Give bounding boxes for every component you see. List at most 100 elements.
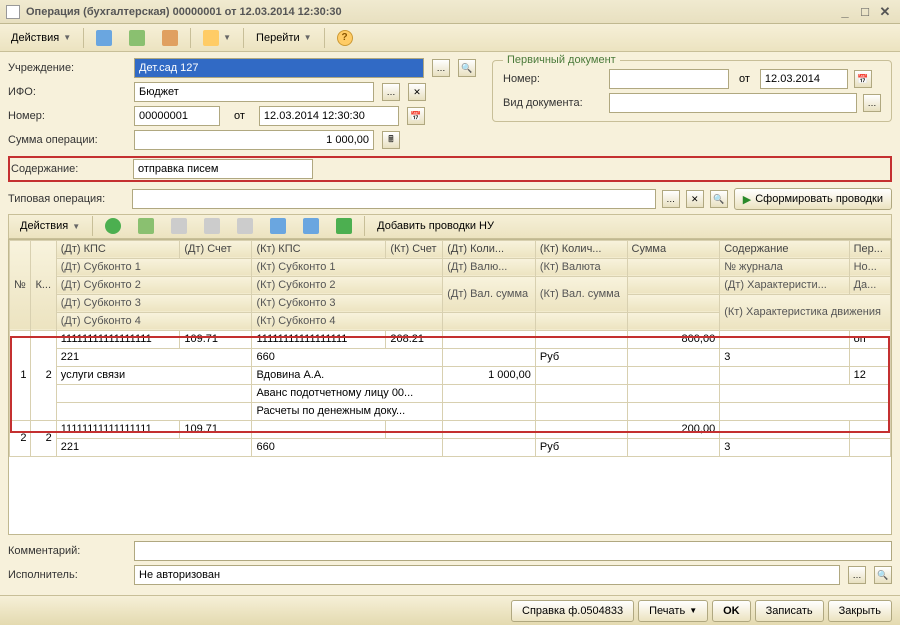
date-calendar-button[interactable]: 📅 bbox=[407, 107, 425, 125]
edit-row-button[interactable] bbox=[164, 215, 194, 237]
col-kt-acct[interactable]: (Кт) Счет bbox=[386, 240, 443, 258]
cell-dt-acct[interactable]: 109.71 bbox=[180, 420, 252, 438]
forward-icon[interactable]: ▼ bbox=[196, 27, 238, 49]
cell-dt-sub2[interactable]: услуги связи bbox=[56, 366, 252, 384]
assign-icon[interactable] bbox=[155, 27, 185, 49]
col-kt-kps[interactable]: (Кт) КПС bbox=[252, 240, 386, 258]
move-down-button[interactable] bbox=[296, 215, 326, 237]
minimize-button[interactable]: _ bbox=[836, 4, 854, 20]
typop-select-button[interactable]: … bbox=[662, 190, 680, 208]
cell-sum[interactable]: 200,00 bbox=[627, 420, 720, 438]
cell-k[interactable]: 2 bbox=[31, 330, 56, 420]
cell-journal[interactable]: 3 bbox=[720, 348, 849, 366]
institution-open-button[interactable]: 🔍 bbox=[458, 59, 476, 77]
title-bar: Операция (бухгалтерская) 00000001 от 12.… bbox=[0, 0, 900, 24]
executor-input[interactable]: Не авторизован bbox=[134, 565, 840, 585]
col-kt-qty[interactable]: (Кт) Колич... bbox=[535, 240, 627, 258]
sum-calc-button[interactable]: 🖩 bbox=[382, 131, 400, 149]
hdr-kt-sub1: (Кт) Субконто 1 bbox=[252, 258, 443, 276]
col-content[interactable]: Содержание bbox=[720, 240, 849, 258]
move-up-button[interactable] bbox=[263, 215, 293, 237]
typop-clear-button[interactable]: ✕ bbox=[686, 190, 704, 208]
hdr-dt-sub2: (Дт) Субконто 2 bbox=[56, 276, 252, 294]
pd-number-input[interactable] bbox=[609, 69, 729, 89]
hdr-kt-sub2: (Кт) Субконто 2 bbox=[252, 276, 443, 294]
pd-type-select-button[interactable]: … bbox=[863, 94, 881, 112]
cell-kt-kps[interactable]: 11111111111111111 bbox=[252, 330, 386, 348]
cell-dt-kps[interactable]: 11111111111111111 bbox=[56, 330, 180, 348]
executor-open-button[interactable]: 🔍 bbox=[874, 566, 892, 584]
cell-dt-valsum[interactable]: 1 000,00 bbox=[443, 366, 536, 384]
ifo-clear-button[interactable]: ✕ bbox=[408, 83, 426, 101]
help-button[interactable]: ? bbox=[330, 27, 360, 49]
ok-button[interactable]: OK bbox=[712, 600, 751, 622]
cell-dt-kps[interactable]: 11111111111111111 bbox=[56, 420, 180, 438]
col-n[interactable]: № bbox=[10, 240, 31, 330]
cell-dt-sub1[interactable]: 221 bbox=[56, 438, 252, 456]
delete-row-button[interactable] bbox=[197, 215, 227, 237]
comment-input[interactable] bbox=[134, 541, 892, 561]
cell-n[interactable]: 1 bbox=[10, 330, 31, 420]
save-button[interactable]: Записать bbox=[755, 600, 824, 622]
pd-date-calendar-button[interactable]: 📅 bbox=[854, 70, 872, 88]
cell-kt-cur[interactable]: Руб bbox=[535, 348, 627, 366]
cell-kt-sub1[interactable]: 660 bbox=[252, 348, 443, 366]
institution-select-button[interactable]: … bbox=[432, 59, 450, 77]
pd-date-input[interactable]: 12.03.2014 bbox=[760, 69, 848, 89]
executor-select-button[interactable]: … bbox=[848, 566, 866, 584]
cell-n[interactable]: 2 bbox=[10, 420, 31, 456]
add-row-button[interactable] bbox=[98, 215, 128, 237]
ifo-select-button[interactable]: … bbox=[382, 83, 400, 101]
typop-input[interactable] bbox=[132, 189, 656, 209]
play-icon: ▶ bbox=[743, 193, 751, 206]
goto-menu[interactable]: Перейти▼ bbox=[249, 27, 319, 49]
entries-grid[interactable]: № К... (Дт) КПС (Дт) Счет (Кт) КПС (Кт) … bbox=[8, 239, 892, 535]
cell-kt-sub2[interactable]: Вдовина А.А. bbox=[252, 366, 443, 384]
reference-button[interactable]: Справка ф.0504833 bbox=[511, 600, 634, 622]
ifo-input[interactable]: Бюджет bbox=[134, 82, 374, 102]
save-icon[interactable] bbox=[230, 215, 260, 237]
spreadsheet-icon[interactable] bbox=[122, 27, 152, 49]
content-input[interactable]: отправка писем bbox=[133, 159, 313, 179]
cell-journal[interactable]: 3 bbox=[720, 438, 849, 456]
cell-dt-acct[interactable]: 109.71 bbox=[180, 330, 252, 348]
fetch-icon[interactable] bbox=[89, 27, 119, 49]
cell-no[interactable]: 12 bbox=[849, 366, 890, 384]
cell-kt-cur[interactable]: Руб bbox=[535, 438, 627, 456]
form-entries-button[interactable]: ▶Сформировать проводки bbox=[734, 188, 892, 210]
number-input[interactable]: 00000001 bbox=[134, 106, 220, 126]
cell-k[interactable]: 2 bbox=[31, 420, 56, 456]
maximize-button[interactable]: □ bbox=[856, 4, 874, 20]
col-per[interactable]: Пер... bbox=[849, 240, 890, 258]
cell-kt-sub3[interactable]: Аванс подотчетному лицу 00... bbox=[252, 384, 443, 402]
col-dt-kps[interactable]: (Дт) КПС bbox=[56, 240, 180, 258]
cell-dt-sub1[interactable]: 221 bbox=[56, 348, 252, 366]
close-button[interactable]: ✕ bbox=[876, 4, 894, 20]
sum-input[interactable]: 1 000,00 bbox=[134, 130, 374, 150]
hdr-kt-sub4: (Кт) Субконто 4 bbox=[252, 312, 443, 330]
add-nu-button[interactable]: Добавить проводки НУ bbox=[370, 215, 501, 237]
print-button[interactable]: Печать▼ bbox=[638, 600, 708, 622]
close-form-button[interactable]: Закрыть bbox=[828, 600, 892, 622]
hdr-da: Да... bbox=[849, 276, 890, 294]
typop-open-button[interactable]: 🔍 bbox=[710, 190, 728, 208]
col-k[interactable]: К... bbox=[31, 240, 56, 330]
col-dt-acct[interactable]: (Дт) Счет bbox=[180, 240, 252, 258]
refresh-button[interactable] bbox=[329, 215, 359, 237]
cell-kt-acct[interactable]: 208.21 bbox=[386, 330, 443, 348]
cell-kt-sub4[interactable]: Расчеты по денежным доку... bbox=[252, 402, 443, 420]
cell-sum[interactable]: 800,00 bbox=[627, 330, 720, 348]
pd-type-input[interactable] bbox=[609, 93, 857, 113]
form-body: Учреждение: Дет.сад 127 … 🔍 ИФО: Бюджет … bbox=[0, 52, 900, 595]
grid-actions-menu[interactable]: Действия▼ bbox=[13, 215, 87, 237]
cell-kt-sub1[interactable]: 660 bbox=[252, 438, 443, 456]
institution-input[interactable]: Дет.сад 127 bbox=[134, 58, 424, 78]
copy-row-button[interactable] bbox=[131, 215, 161, 237]
hdr-journal: № журнала bbox=[720, 258, 849, 276]
cell-content[interactable]: оп bbox=[849, 330, 890, 348]
date-input[interactable]: 12.03.2014 12:30:30 bbox=[259, 106, 399, 126]
col-sum[interactable]: Сумма bbox=[627, 240, 720, 258]
col-dt-qty[interactable]: (Дт) Коли... bbox=[443, 240, 536, 258]
actions-menu[interactable]: Действия▼ bbox=[4, 27, 78, 49]
window-title: Операция (бухгалтерская) 00000001 от 12.… bbox=[26, 6, 834, 18]
